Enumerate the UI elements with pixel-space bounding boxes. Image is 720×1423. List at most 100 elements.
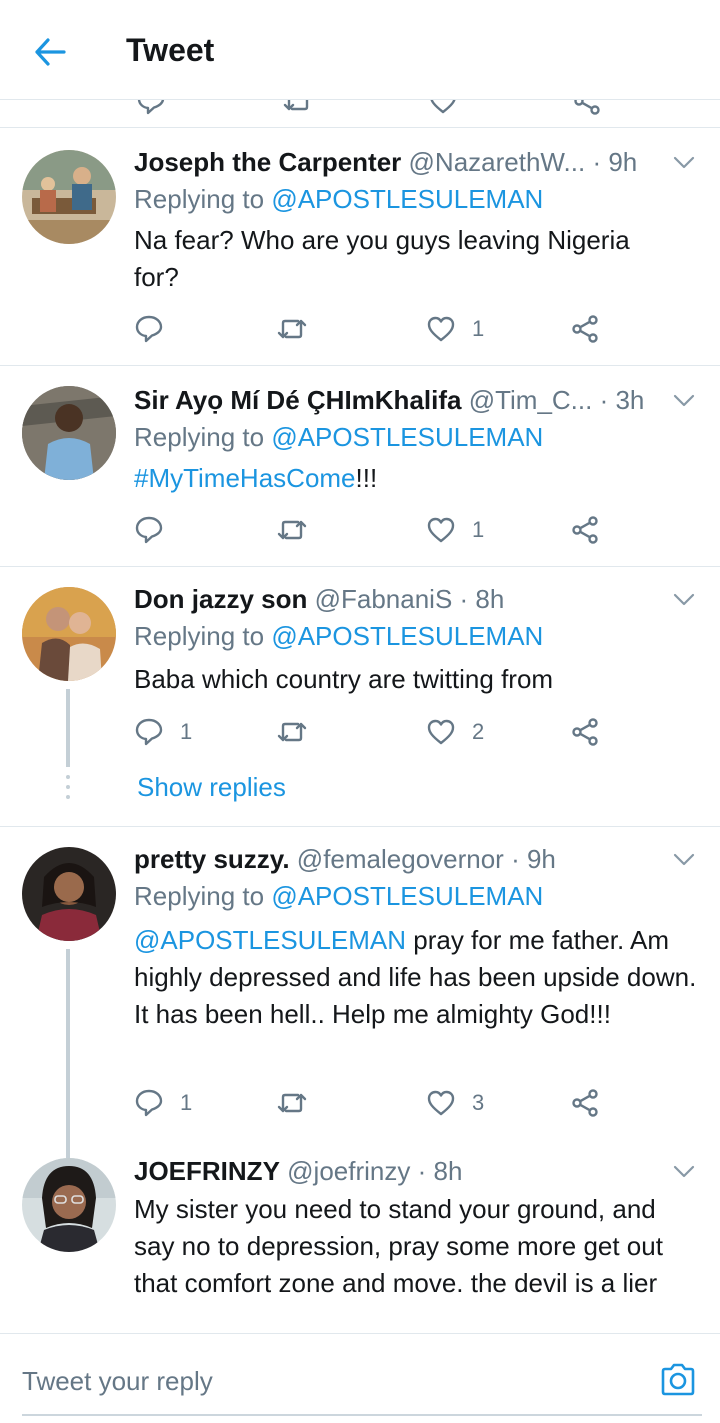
- tweet-header: pretty suzzy. @femalegovernor · 9h: [134, 843, 656, 875]
- retweet-button[interactable]: [276, 513, 324, 547]
- thread-line: [66, 949, 70, 1159]
- chevron-down-icon[interactable]: [672, 150, 696, 174]
- reply-count: 1: [180, 719, 193, 744]
- share-button[interactable]: [570, 715, 600, 749]
- display-name[interactable]: pretty suzzy.: [134, 844, 290, 874]
- avatar[interactable]: [22, 150, 116, 244]
- share-button[interactable]: [570, 513, 600, 547]
- reply-tweet[interactable]: Joseph the Carpenter @NazarethW... · 9h …: [0, 128, 720, 366]
- retweet-icon: [277, 722, 307, 742]
- avatar[interactable]: [22, 847, 116, 941]
- heart-icon: [427, 316, 455, 342]
- retweet-icon: [277, 1093, 307, 1113]
- replying-to: Replying to @APOSTLESULEMAN: [134, 879, 543, 913]
- retweet-icon: [277, 520, 307, 540]
- reply-button[interactable]: [134, 312, 180, 346]
- tweet-actions: 1: [134, 312, 614, 346]
- tweet-header: Joseph the Carpenter @NazarethW... · 9h: [134, 146, 656, 178]
- thread-line: [66, 689, 70, 767]
- like-button[interactable]: 3: [426, 1086, 484, 1120]
- reply-input[interactable]: Tweet your reply: [22, 1366, 213, 1397]
- thread-dots: [66, 775, 70, 805]
- replying-to: Replying to @APOSTLESULEMAN: [134, 619, 543, 653]
- avatar[interactable]: [22, 587, 116, 681]
- user-handle[interactable]: @Tim_C...: [469, 385, 593, 415]
- reply-tweet[interactable]: pretty suzzy. @femalegovernor · 9h Reply…: [0, 827, 720, 1159]
- share-icon: [572, 516, 598, 544]
- tweet-header: JOEFRINZY @joefrinzy · 8h: [134, 1155, 656, 1187]
- tweet-actions: 1 3: [134, 1086, 614, 1120]
- share-icon: [572, 718, 598, 746]
- reply-icon: [135, 1089, 163, 1117]
- reply-input-underline: [22, 1414, 702, 1416]
- like-button[interactable]: 2: [426, 715, 484, 749]
- like-count: 3: [472, 1090, 485, 1115]
- share-icon: [572, 315, 598, 343]
- timestamp[interactable]: · 9h: [592, 147, 637, 177]
- reply-icon: [135, 718, 163, 746]
- user-handle[interactable]: @femalegovernor: [297, 844, 504, 874]
- retweet-button[interactable]: [276, 312, 324, 346]
- reply-icon: [135, 516, 163, 544]
- chevron-down-icon[interactable]: [672, 388, 696, 412]
- display-name[interactable]: Don jazzy son: [134, 584, 307, 614]
- share-button[interactable]: [570, 312, 600, 346]
- tweet-text: Na fear? Who are you guys leaving Nigeri…: [134, 225, 630, 292]
- share-button[interactable]: [570, 1086, 600, 1120]
- show-replies-link[interactable]: Show replies: [137, 772, 286, 803]
- retweet-button[interactable]: [276, 1086, 324, 1120]
- like-count: 1: [472, 517, 485, 542]
- display-name[interactable]: JOEFRINZY: [134, 1156, 280, 1186]
- tweet-text: #MyTimeHasCome!!!: [134, 460, 700, 497]
- timestamp[interactable]: · 3h: [600, 385, 645, 415]
- display-name[interactable]: Joseph the Carpenter: [134, 147, 401, 177]
- tweet-text: Baba which country are twitting from: [134, 664, 554, 694]
- chevron-down-icon[interactable]: [672, 847, 696, 871]
- tweet-text-suffix: !!!: [355, 463, 378, 493]
- camera-button[interactable]: [658, 1360, 698, 1400]
- replying-to-label: Replying to: [134, 422, 265, 452]
- previous-tweet-actions: [0, 100, 720, 128]
- reply-icon: [137, 100, 165, 115]
- tweet-actions: 1: [134, 513, 614, 547]
- arrow-left-icon: [35, 38, 66, 66]
- app-header: Tweet: [0, 0, 720, 100]
- tweet-text: My sister you need to stand your ground,…: [134, 1194, 663, 1298]
- timestamp[interactable]: · 9h: [511, 844, 556, 874]
- reply-feed[interactable]: Joseph the Carpenter @NazarethW... · 9h …: [0, 100, 720, 1333]
- mention-link[interactable]: @APOSTLESULEMAN: [271, 184, 543, 214]
- hashtag-link[interactable]: #MyTimeHasCome: [134, 463, 356, 493]
- reply-button[interactable]: 1: [134, 1086, 192, 1120]
- like-button[interactable]: 1: [426, 312, 484, 346]
- mention-link[interactable]: @APOSTLESULEMAN: [271, 621, 543, 651]
- chevron-down-icon[interactable]: [672, 1159, 696, 1183]
- timestamp[interactable]: · 8h: [460, 584, 505, 614]
- share-icon: [572, 1089, 598, 1117]
- reply-tweet[interactable]: Sir Ayọ Mí Dé ÇHImKhalifa @Tim_C... · 3h…: [0, 366, 720, 567]
- display-name[interactable]: Sir Ayọ Mí Dé ÇHImKhalifa: [134, 385, 461, 415]
- mention-link[interactable]: @APOSTLESULEMAN: [271, 881, 543, 911]
- timestamp[interactable]: · 8h: [418, 1156, 463, 1186]
- reply-tweet[interactable]: Don jazzy son @FabnaniS · 8h Replying to…: [0, 567, 720, 827]
- share-icon: [574, 100, 600, 115]
- back-button[interactable]: [28, 30, 72, 74]
- retweet-button[interactable]: [276, 715, 324, 749]
- like-button[interactable]: 1: [426, 513, 484, 547]
- replying-to-label: Replying to: [134, 881, 265, 911]
- reply-button[interactable]: [134, 513, 180, 547]
- replying-to-label: Replying to: [134, 621, 265, 651]
- avatar[interactable]: [22, 1158, 116, 1252]
- chevron-down-icon[interactable]: [672, 587, 696, 611]
- tweet-header: Sir Ayọ Mí Dé ÇHImKhalifa @Tim_C... · 3h: [134, 384, 656, 416]
- reply-tweet[interactable]: JOEFRINZY @joefrinzy · 8h My sister you …: [0, 1137, 720, 1333]
- user-handle[interactable]: @NazarethW...: [409, 147, 586, 177]
- mention-link[interactable]: @APOSTLESULEMAN: [134, 925, 406, 955]
- reply-button[interactable]: 1: [134, 715, 192, 749]
- heart-icon: [427, 719, 455, 745]
- mention-link[interactable]: @APOSTLESULEMAN: [271, 422, 543, 452]
- user-handle[interactable]: @FabnaniS: [315, 584, 453, 614]
- replying-to: Replying to @APOSTLESULEMAN: [134, 182, 543, 216]
- user-handle[interactable]: @joefrinzy: [287, 1156, 410, 1186]
- reply-count: 1: [180, 1090, 193, 1115]
- avatar[interactable]: [22, 386, 116, 480]
